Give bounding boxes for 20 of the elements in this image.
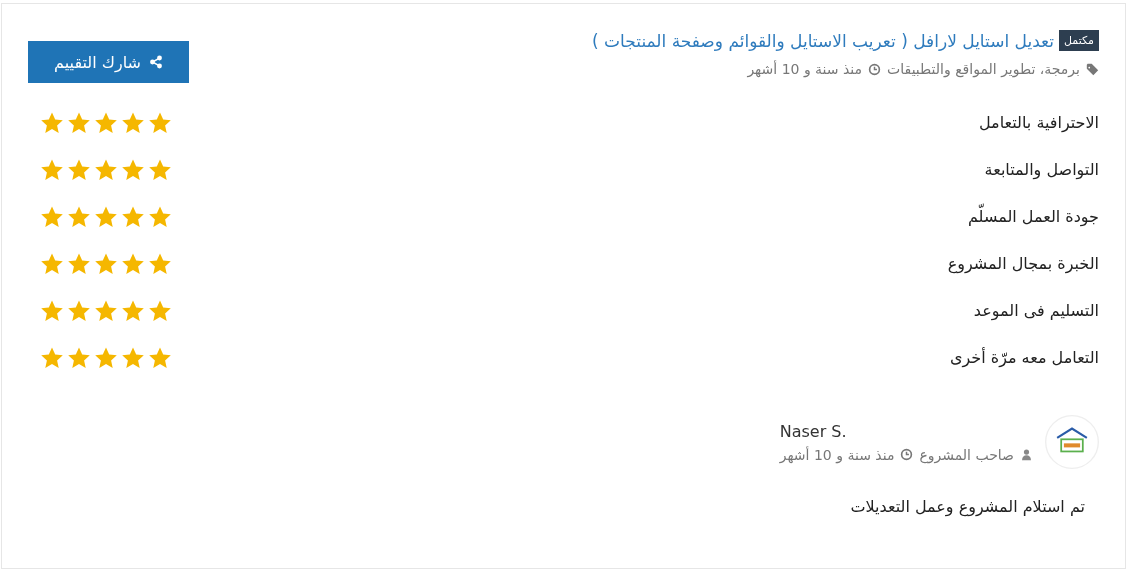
category-text: برمجة، تطوير المواقع والتطبيقات: [887, 61, 1080, 77]
role-text: صاحب المشروع: [919, 446, 1014, 463]
avatar-logo: [1045, 415, 1099, 469]
share-button[interactable]: شارك التقييم: [28, 41, 189, 83]
user-icon: [1020, 448, 1033, 461]
review-comment: تم استلام المشروع وعمل التعديلات: [849, 497, 1085, 516]
time-text: منذ سنة و 10 أشهر: [779, 446, 895, 463]
clock-icon: [900, 448, 914, 461]
rating-label: التواصل والمتابعة: [984, 160, 1099, 179]
reviewer-name: Naser S.: [779, 421, 847, 441]
share-icon: [148, 55, 163, 69]
tag-icon: [1086, 62, 1099, 76]
clock-icon: [868, 62, 882, 76]
rating-label: الاحترافية بالتعامل: [979, 113, 1099, 132]
rating-label: الخبرة بمجال المشروع: [947, 254, 1099, 273]
status-badge: مكتمل: [1059, 30, 1099, 51]
project-title-link[interactable]: تعديل استايل لارافل ( تعريب الاستايل والقوائم وصفحة المنتجات ): [592, 30, 1054, 51]
rating-label: التسليم فى الموعد: [973, 301, 1099, 320]
time-text: منذ سنة و 10 أشهر: [747, 61, 863, 77]
rating-label: التعامل معه مرّة أخرى: [949, 348, 1099, 367]
